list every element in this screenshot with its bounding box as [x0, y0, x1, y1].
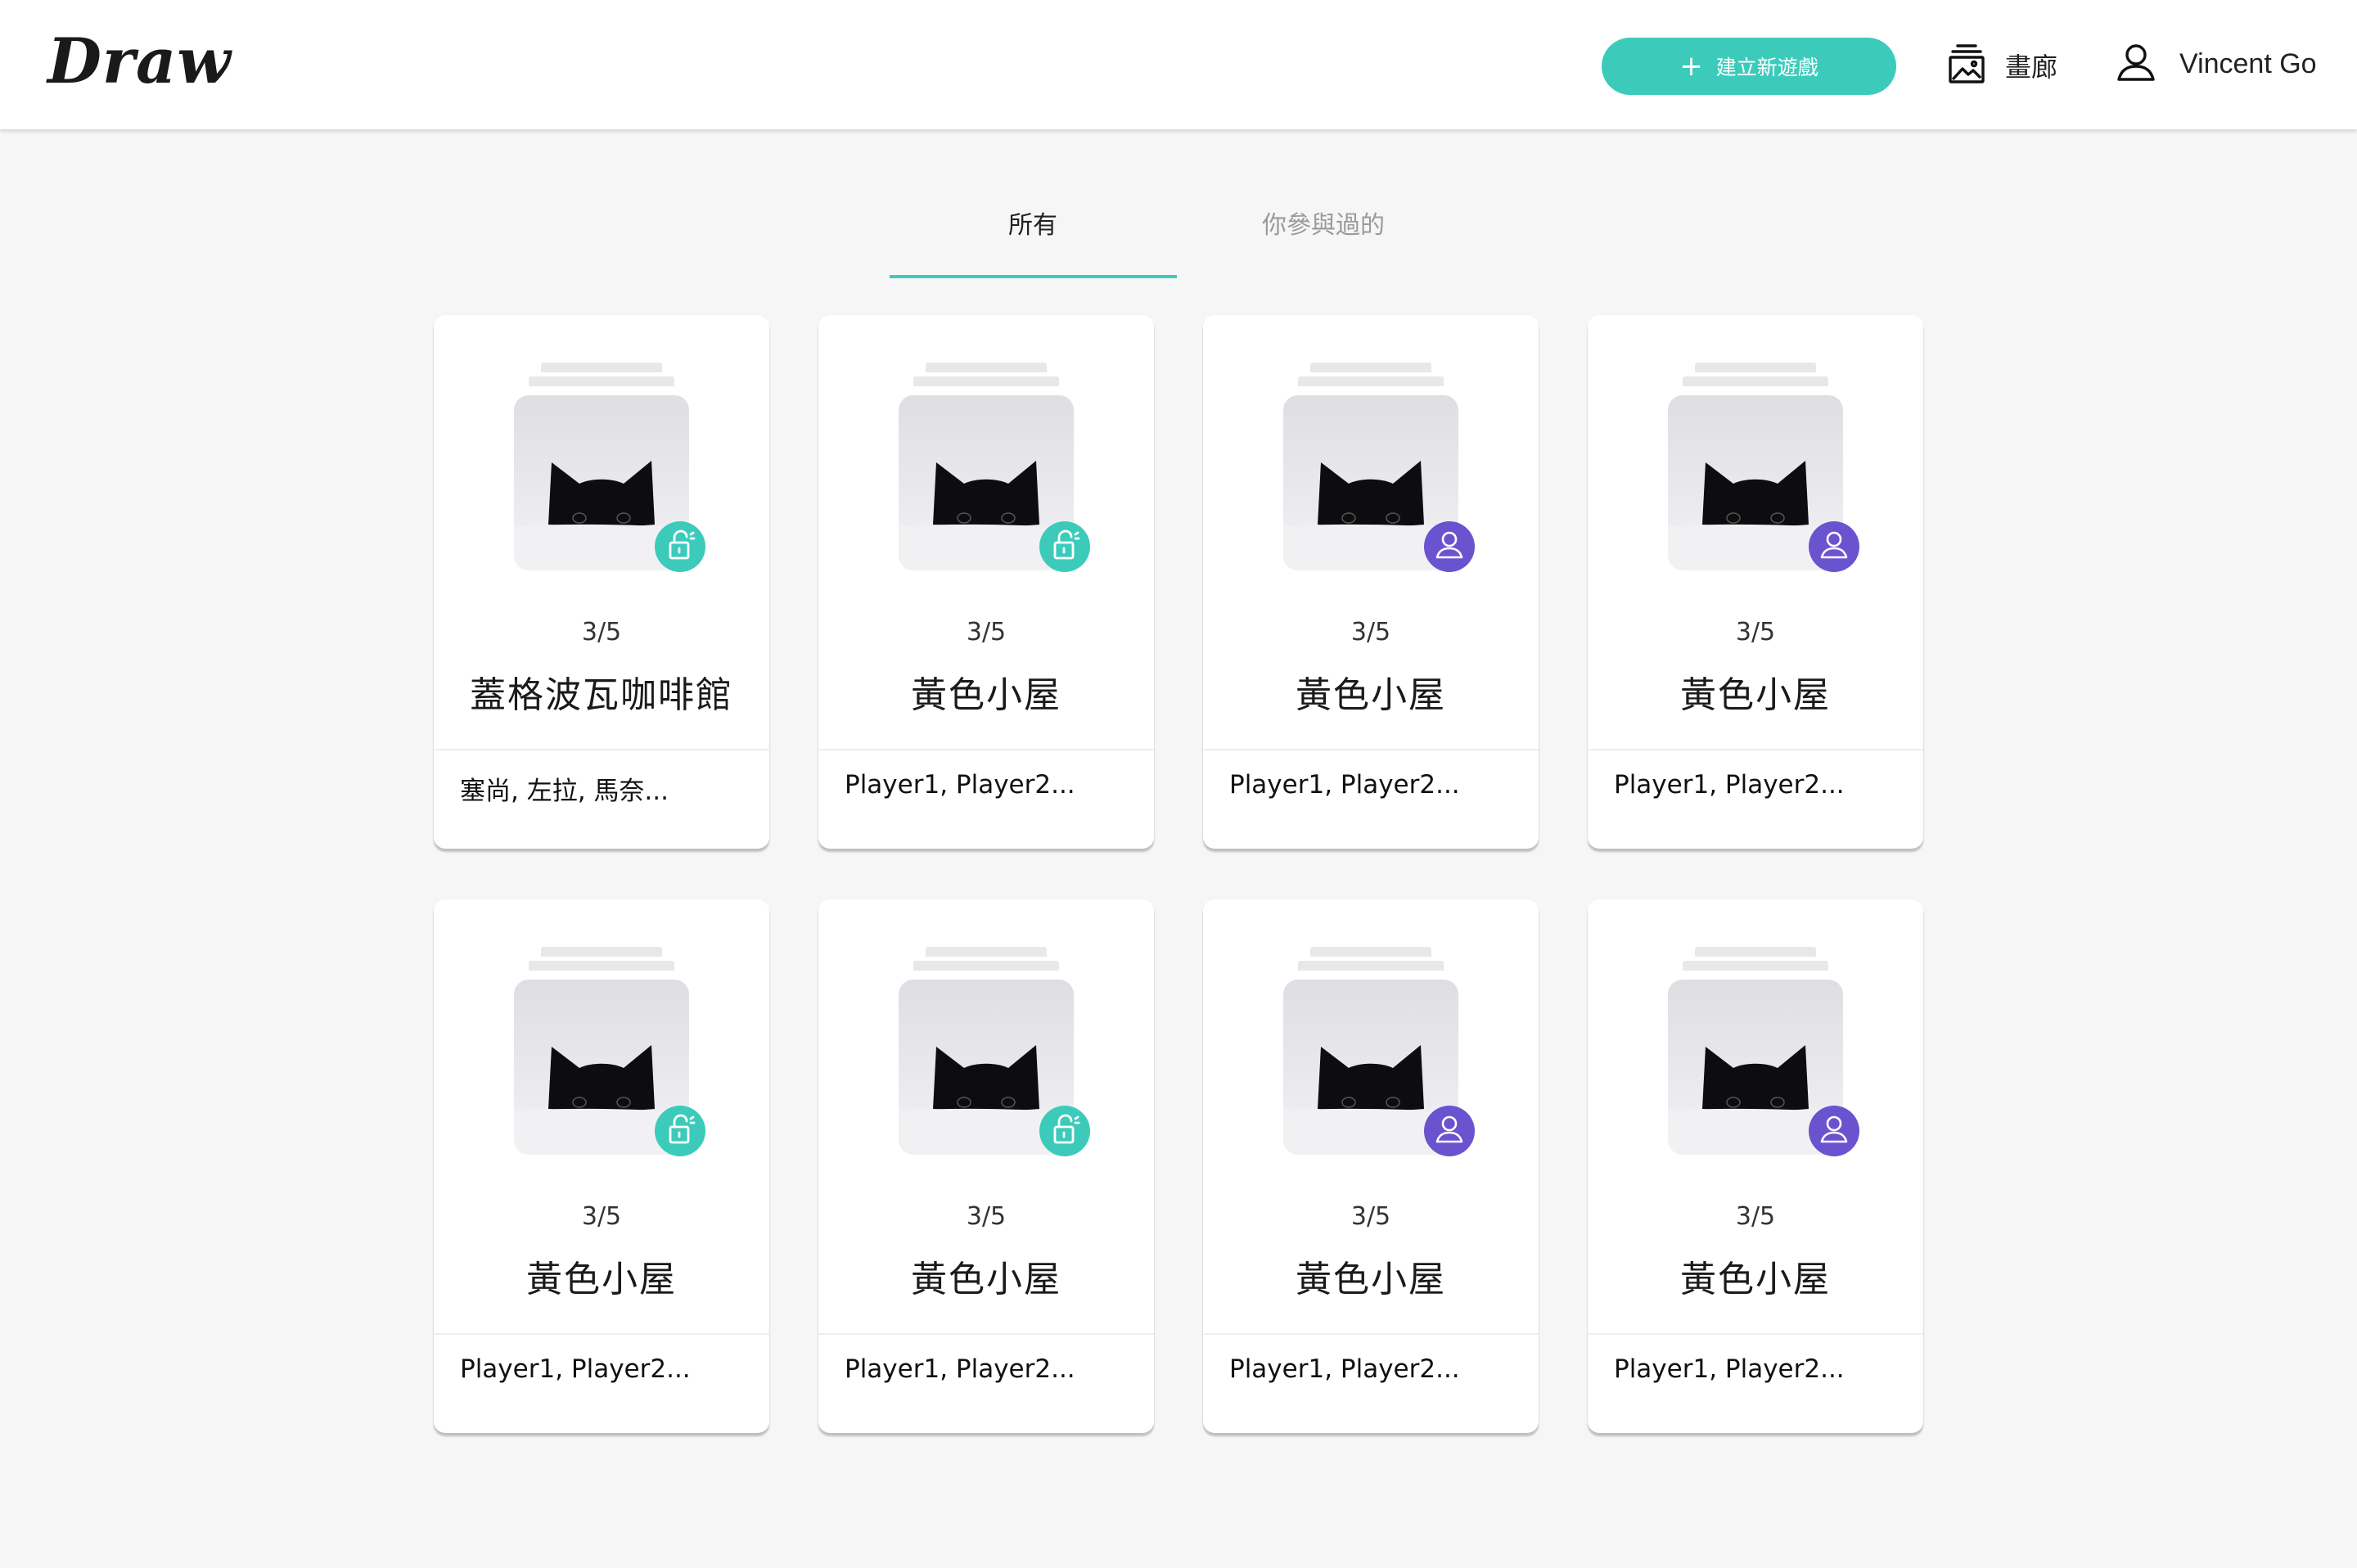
player-count: 3/5 [1350, 1202, 1391, 1231]
unlock-icon [664, 1113, 696, 1149]
status-badge [1039, 521, 1090, 572]
card-divider [434, 749, 769, 750]
game-title: 黃色小屋 [1296, 1259, 1446, 1300]
game-card-5[interactable]: 3/5 黃色小屋 Player1, Player2... [434, 899, 769, 1433]
game-title: 黃色小屋 [1680, 674, 1831, 716]
player-list: Player1, Player2... [1614, 770, 1845, 800]
game-title: 黃色小屋 [1296, 674, 1446, 716]
unlock-icon [1048, 1113, 1081, 1149]
stack-layer [541, 947, 662, 957]
card-divider [1588, 1333, 1923, 1335]
stack-layer [913, 376, 1059, 386]
stack-layer [541, 363, 662, 372]
player-list: Player1, Player2... [1229, 770, 1460, 800]
game-title: 黃色小屋 [1680, 1259, 1831, 1300]
active-tab-indicator [890, 275, 1177, 278]
game-card-3[interactable]: 3/5 黃色小屋 Player1, Player2... [1203, 315, 1539, 849]
stack-layer [1298, 376, 1444, 386]
status-badge [1809, 1106, 1859, 1156]
stack-layer [1310, 947, 1431, 957]
game-card-8[interactable]: 3/5 黃色小屋 Player1, Player2... [1588, 899, 1923, 1433]
stack-layer [926, 947, 1047, 957]
player-list: Player1, Player2... [460, 1354, 691, 1384]
game-title: 蓋格波瓦咖啡館 [470, 674, 733, 716]
player-list: 塞尚, 左拉, 馬奈... [460, 777, 669, 806]
user-profile-link[interactable]: Vincent Go [2116, 39, 2317, 88]
player-list: Player1, Player2... [845, 770, 1075, 800]
user-icon [1434, 529, 1465, 564]
tab-joined[interactable]: 你參與過的 [1180, 205, 1467, 278]
player-count: 3/5 [581, 1202, 622, 1231]
card-divider [818, 749, 1154, 750]
gallery-nav-link[interactable]: 畫廊 [1948, 41, 2057, 90]
stack-layer [1298, 961, 1444, 971]
top-header: Draw + 建立新遊戲 畫廊 Vincent Go [0, 0, 2357, 129]
user-icon [2116, 42, 2156, 86]
game-title: 黃色小屋 [911, 674, 1061, 716]
stack-layer [1695, 363, 1816, 372]
game-card-4[interactable]: 3/5 黃色小屋 Player1, Player2... [1588, 315, 1923, 849]
player-count: 3/5 [1735, 618, 1776, 647]
stack-layer [1695, 947, 1816, 957]
stack-layer [1310, 363, 1431, 372]
player-count: 3/5 [966, 1202, 1007, 1231]
tab-all[interactable]: 所有 [890, 205, 1176, 278]
stack-layer [529, 961, 674, 971]
player-list: Player1, Player2... [1614, 1354, 1845, 1384]
stack-layer [1683, 961, 1828, 971]
game-title: 黃色小屋 [526, 1259, 677, 1300]
card-divider [818, 1333, 1154, 1335]
stack-layer [1683, 376, 1828, 386]
game-card-7[interactable]: 3/5 黃色小屋 Player1, Player2... [1203, 899, 1539, 1433]
game-title: 黃色小屋 [911, 1259, 1061, 1300]
player-count: 3/5 [966, 618, 1007, 647]
plus-icon: + [1679, 50, 1703, 83]
status-badge [1039, 1106, 1090, 1156]
status-badge [1424, 521, 1475, 572]
game-card-2[interactable]: 3/5 黃色小屋 Player1, Player2... [818, 315, 1154, 849]
status-badge [1424, 1106, 1475, 1156]
new-game-label: 建立新遊戲 [1715, 56, 1818, 79]
unlock-icon [664, 529, 696, 565]
app-logo[interactable]: Draw [47, 25, 232, 97]
player-count: 3/5 [581, 618, 622, 647]
user-name: Vincent Go [2179, 47, 2317, 79]
player-count: 3/5 [1735, 1202, 1776, 1231]
gallery-label: 畫廊 [2005, 52, 2058, 83]
stack-layer [529, 376, 674, 386]
stack-layer [913, 961, 1059, 971]
gallery-icon [1948, 43, 1985, 88]
card-divider [1203, 749, 1539, 750]
user-icon [1434, 1114, 1465, 1148]
player-list: Player1, Player2... [1229, 1354, 1460, 1384]
status-badge [655, 521, 705, 572]
user-icon [1818, 1114, 1850, 1148]
card-divider [434, 1333, 769, 1335]
player-list: Player1, Player2... [845, 1354, 1075, 1384]
card-divider [1203, 1333, 1539, 1335]
card-divider [1588, 749, 1923, 750]
game-card-1[interactable]: 3/5 蓋格波瓦咖啡館 塞尚, 左拉, 馬奈... [434, 315, 769, 849]
player-count: 3/5 [1350, 618, 1391, 647]
status-badge [655, 1106, 705, 1156]
status-badge [1809, 521, 1859, 572]
stack-layer [926, 363, 1047, 372]
new-game-button[interactable]: + 建立新遊戲 [1602, 38, 1896, 95]
unlock-icon [1048, 529, 1081, 565]
user-icon [1818, 529, 1850, 564]
game-card-6[interactable]: 3/5 黃色小屋 Player1, Player2... [818, 899, 1154, 1433]
